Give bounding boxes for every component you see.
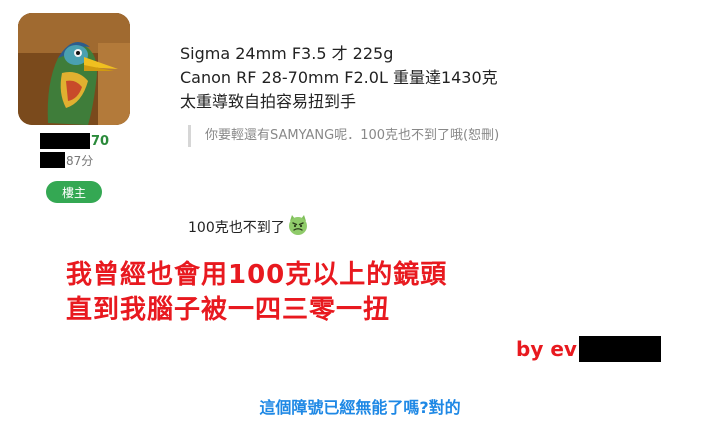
overlay-caption: 我曾經也會用100克以上的鏡頭 直到我腦子被一四三零一扭 bbox=[66, 258, 447, 328]
overlay-line-2: 直到我腦子被一四三零一扭 bbox=[66, 295, 391, 325]
post-line-1: Sigma 24mm F3.5 才 225g bbox=[180, 44, 394, 63]
footer-caption: 這個障號已經無能了嗎?對的 bbox=[259, 398, 461, 417]
user-avatar[interactable] bbox=[18, 13, 130, 125]
byline-text: by ev bbox=[516, 337, 577, 361]
bird-avatar-image bbox=[18, 13, 130, 125]
devil-face-icon bbox=[287, 214, 309, 240]
score-suffix: 87分 bbox=[66, 153, 94, 168]
reply-text: 100克也不到了 bbox=[188, 220, 285, 236]
username[interactable]: 70 bbox=[40, 133, 109, 149]
username-suffix: 70 bbox=[91, 133, 110, 149]
redacted-score-block bbox=[40, 152, 65, 168]
quoted-reply: 你要輕還有SAMYANG呢．100克也不到了哦(恕刪) bbox=[188, 125, 499, 147]
post-content: Sigma 24mm F3.5 才 225g Canon RF 28-70mm … bbox=[180, 42, 498, 114]
redacted-author-block bbox=[578, 336, 661, 362]
overlay-line-1: 我曾經也會用100克以上的鏡頭 bbox=[66, 260, 448, 290]
reply-text-row: 100克也不到了 bbox=[188, 214, 309, 240]
redacted-username-block bbox=[40, 133, 90, 149]
author-byline: by ev bbox=[516, 335, 661, 363]
post-line-2: Canon RF 28-70mm F2.0L 重量達1430克 bbox=[180, 68, 498, 87]
user-score: 87分 bbox=[40, 152, 93, 168]
original-poster-badge: 樓主 bbox=[46, 181, 102, 203]
post-line-3: 太重導致自拍容易扭到手 bbox=[180, 92, 357, 111]
